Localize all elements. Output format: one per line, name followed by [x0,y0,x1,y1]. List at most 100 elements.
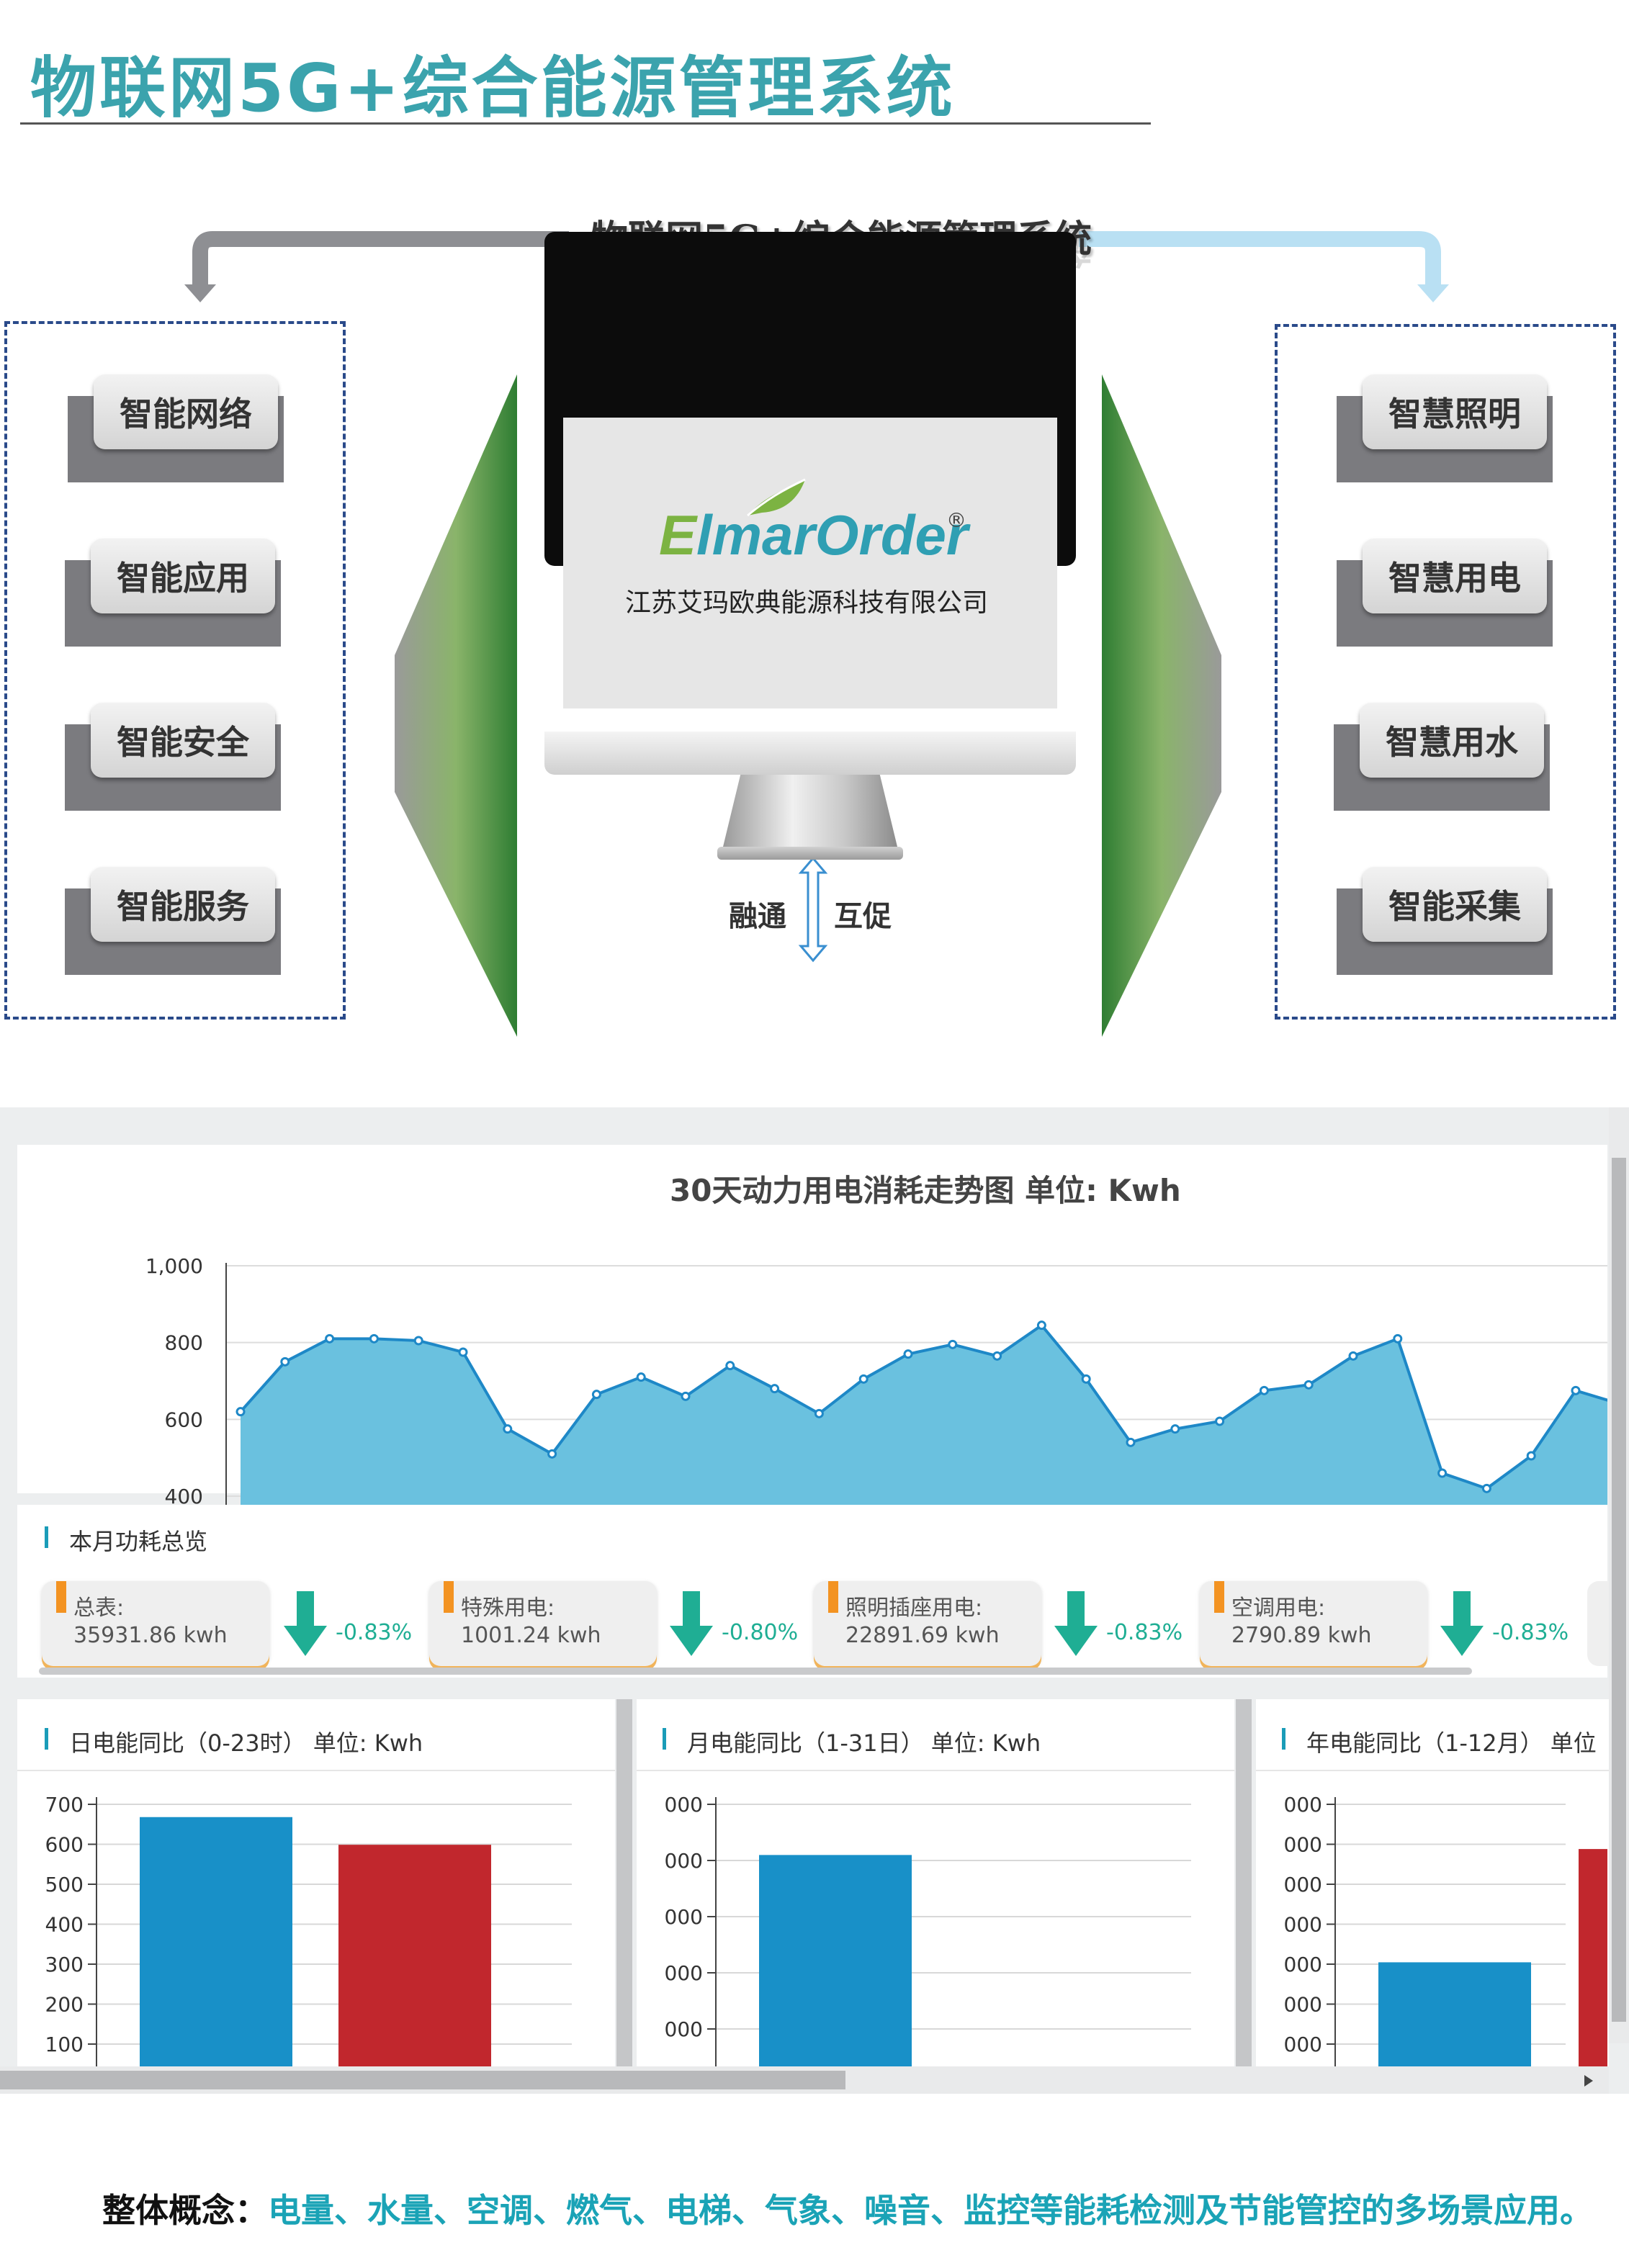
y-tick-label: 400 [45,1913,84,1937]
page-title: 物联网5G+综合能源管理系统 [30,50,956,127]
y-tick-label: 000 [1284,1873,1322,1896]
vertical-scrollbar-track[interactable] [1609,1107,1629,2043]
data-point[interactable] [280,1356,290,1367]
registered-mark: ® [946,508,966,532]
data-point[interactable] [1081,1374,1091,1384]
data-point[interactable] [1526,1451,1536,1461]
bar-previous[interactable] [338,1845,491,2094]
data-point[interactable] [1393,1333,1403,1344]
monitor-base [717,847,903,860]
kpi-tag [444,1581,454,1613]
module-smart-security: 智能安全 [65,703,281,811]
y-tick-label: 700 [45,1793,84,1817]
data-point[interactable] [1437,1468,1448,1478]
daily-compare-title: 日电能同比（0-23时） 单位: Kwh [69,1729,423,1757]
panel-scrollbar[interactable] [616,1699,632,2094]
kpi-tag [828,1581,838,1613]
scroll-right-icon[interactable] [1581,2074,1596,2088]
brand-logo: ElmarOrder [659,503,968,568]
data-point[interactable] [858,1374,869,1384]
daily-compare-bar-chart: 700 600 500 400 300 200 100 [45,1793,572,2094]
brand-logo-rest: lmarOrder [696,503,969,567]
left-link-triangle [395,374,517,1037]
module-smart-network: 智能网络 [68,374,284,482]
trend-panel: 30天动力用电消耗走势图 单位: Kwh 1,000 800 600 400 [17,1145,1607,1548]
kpi-label: 照明插座用电: [845,1596,983,1621]
kpi-card-aircon: 空调用电: 2790.89 kwh [1200,1581,1427,1666]
horizontal-scrollbar-thumb[interactable] [0,2071,845,2089]
brand-logo-initial: E [659,503,697,567]
y-tick-label: 000 [665,1961,703,1985]
data-point[interactable] [369,1333,379,1344]
trend-area-chart: 1,000800600400 [145,1254,1607,1548]
data-point[interactable] [1036,1320,1046,1331]
y-tick-label: 600 [165,1408,203,1431]
data-point[interactable] [681,1391,691,1401]
right-branch-arrow [1079,231,1441,284]
data-point[interactable] [1303,1380,1314,1390]
down-arrow-icon [670,1591,713,1656]
data-point[interactable] [992,1351,1002,1361]
y-tick-label: 500 [45,1873,84,1896]
y-tick-label: 100 [45,2033,84,2056]
kpi-label: 总表: [73,1596,125,1621]
vertical-scrollbar-thumb[interactable] [1612,1158,1626,2022]
kpi-value: 2790.89 kwh [1231,1623,1372,1648]
kpi-horizontal-scrollbar[interactable] [39,1668,1472,1675]
kpi-change: -0.83% [1492,1620,1569,1645]
data-point[interactable] [1126,1437,1136,1447]
y-tick-label: 000 [665,1793,703,1817]
data-point[interactable] [458,1347,468,1357]
bottom-connector-left-label: 融通 [729,899,786,933]
y-tick-label: 1,000 [145,1254,203,1278]
data-point[interactable] [948,1339,958,1349]
left-branch-arrow [192,231,569,284]
kpi-strip: 总表: 35931.86 kwh -0.83% 特殊用电: 1001.24 kw… [17,1570,1616,1678]
module-label: 智慧照明 [1388,395,1521,433]
module-smart-service: 智能服务 [65,867,281,975]
kpi-tag [1214,1581,1224,1613]
data-point[interactable] [725,1361,735,1371]
data-point[interactable] [235,1407,246,1417]
horizontal-scrollbar-track[interactable] [0,2066,1609,2094]
y-tick-label: 800 [165,1331,203,1355]
monthly-compare-panel: 月电能同比（1-31日） 单位: Kwh 000 000 000 000 000 [637,1699,1234,2094]
bottom-connector-right-label: 互促 [834,899,892,933]
data-point[interactable] [1571,1385,1581,1395]
data-point[interactable] [1481,1483,1491,1493]
bar-previous[interactable] [1579,1849,1607,2094]
module-label: 智能安全 [117,723,249,762]
kpi-value: 22891.69 kwh [845,1623,1000,1648]
bar-current[interactable] [140,1817,292,2094]
data-point[interactable] [325,1333,335,1344]
data-point[interactable] [814,1408,824,1418]
monitor-stand [723,775,897,847]
overview-header: 本月功耗总览 [17,1505,1607,1570]
bar-current[interactable] [759,1855,912,2094]
y-tick-label: 000 [665,2017,703,2041]
right-branch-arrowhead [1417,284,1449,302]
y-tick-label: 000 [1284,1913,1322,1937]
data-point[interactable] [636,1372,646,1382]
data-point[interactable] [503,1424,513,1434]
panel-scrollbar[interactable] [1236,1699,1252,2094]
data-point[interactable] [547,1449,557,1459]
down-arrow-icon [1054,1591,1098,1656]
down-arrow-icon [284,1591,327,1656]
data-point[interactable] [1215,1416,1225,1426]
kpi-change: -0.83% [1106,1620,1183,1645]
data-point[interactable] [1259,1385,1269,1395]
section-accent [45,1728,48,1750]
data-point[interactable] [770,1384,780,1394]
data-point[interactable] [1348,1351,1358,1361]
kpi-label: 空调用电: [1231,1596,1326,1621]
data-point[interactable] [903,1349,913,1359]
data-point[interactable] [1170,1424,1180,1434]
module-label: 智能应用 [117,559,249,598]
y-tick-label: 000 [1284,1793,1322,1817]
module-label: 智慧用水 [1386,723,1518,762]
data-point[interactable] [591,1390,601,1400]
kpi-label: 特殊用电: [461,1596,555,1621]
data-point[interactable] [413,1336,423,1346]
module-label: 智能服务 [117,887,249,926]
